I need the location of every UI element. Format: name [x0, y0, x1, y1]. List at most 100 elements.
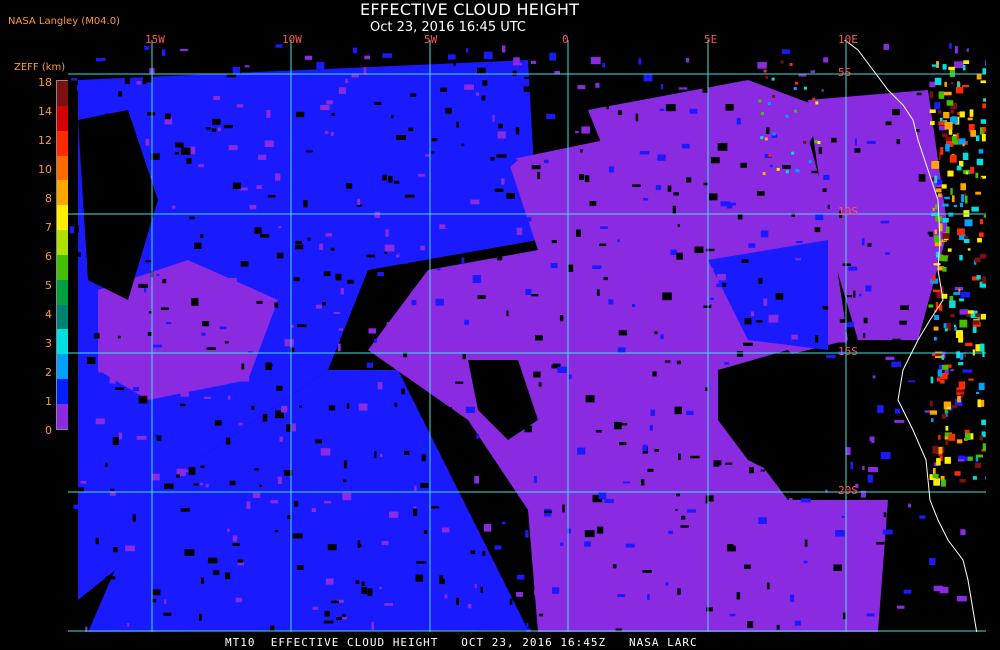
cloud-patch: [260, 234, 270, 238]
cloud-patch: [956, 596, 967, 602]
cloud-patch: [164, 599, 167, 604]
cloud-patch: [974, 462, 982, 469]
cloud-patch: [431, 506, 440, 509]
cloud-patch: [589, 201, 597, 206]
cloud-patch: [569, 116, 577, 120]
cloud-patch: [704, 287, 713, 291]
cloud-patch: [156, 273, 160, 276]
cloud-patch: [841, 515, 845, 518]
cloud-patch: [228, 278, 237, 283]
cloud-patch: [664, 360, 671, 363]
cloud-patch: [647, 594, 650, 600]
cloud-patch: [389, 623, 398, 628]
cloud-patch: [294, 501, 299, 507]
cloud-patch: [401, 261, 408, 264]
cloud-patch: [212, 118, 221, 125]
cloud-patch: [413, 508, 418, 516]
cloud-patch: [960, 393, 963, 399]
cloud-patch: [737, 108, 746, 112]
cloud-patch: [494, 545, 502, 550]
cloud-patch: [979, 219, 984, 225]
cloud-patch: [324, 500, 332, 504]
cloud-patch: [867, 474, 873, 483]
cloud-patch: [113, 547, 118, 553]
cloud-patch: [171, 328, 180, 334]
cloud-patch: [796, 227, 806, 231]
cloud-patch: [179, 403, 186, 407]
cloud-patch: [296, 111, 305, 118]
legend-tick-label: 12: [38, 134, 52, 147]
cloud-patch: [951, 404, 958, 409]
cloud-patch: [219, 326, 227, 330]
cloud-patch: [934, 101, 941, 110]
cloud-patch: [760, 469, 765, 472]
cloud-patch: [296, 565, 304, 570]
cloud-patch: [303, 200, 308, 208]
cloud-patch: [674, 416, 678, 421]
cloud-patch: [583, 435, 586, 439]
cloud-patch: [921, 234, 930, 240]
cloud-patch: [933, 263, 941, 266]
cloud-patch: [94, 333, 100, 339]
cloud-patch: [352, 47, 357, 54]
cloud-patch: [159, 212, 169, 218]
cloud-patch: [226, 553, 231, 560]
cloud-patch: [959, 255, 963, 261]
cloud-patch: [384, 244, 395, 252]
cloud-patch: [959, 298, 965, 302]
cloud-patch: [789, 63, 793, 66]
cloud-patch: [122, 477, 129, 483]
cloud-patch: [642, 570, 652, 573]
cloud-patch: [853, 290, 856, 298]
cloud-patch: [945, 439, 949, 445]
cloud-patch: [138, 395, 148, 404]
cloud-patch: [965, 171, 968, 175]
cloud-patch: [945, 136, 952, 142]
cloud-patch: [506, 310, 509, 317]
cloud-patch: [929, 400, 933, 407]
cloud-patch: [115, 387, 125, 390]
cloud-patch: [343, 479, 347, 483]
cloud-patch: [336, 254, 343, 261]
longitude-label: 0: [562, 33, 569, 46]
cloud-patch: [146, 123, 152, 131]
cloud-patch: [956, 133, 959, 140]
cloud-patch: [676, 493, 680, 497]
cloud-patch: [736, 478, 741, 482]
cloud-patch: [956, 439, 963, 444]
cloud-patch: [933, 289, 941, 293]
cloud-patch: [577, 320, 581, 325]
cloud-patch: [336, 617, 343, 620]
cloud-patch: [462, 354, 466, 360]
cloud-patch: [756, 320, 763, 323]
cloud-patch: [490, 502, 496, 509]
cloud-patch: [794, 109, 798, 113]
cloud-patch: [847, 295, 853, 298]
cloud-patch: [549, 166, 557, 173]
cloud-patch: [145, 138, 150, 146]
cloud-patch: [254, 468, 259, 471]
cloud-patch: [276, 385, 283, 391]
cloud-patch: [785, 210, 789, 213]
cloud-patch: [377, 272, 384, 277]
cloud-patch: [942, 218, 949, 223]
cloud-patch: [78, 521, 86, 526]
cloud-patch: [502, 45, 506, 53]
cloud-patch: [320, 448, 331, 456]
cloud-patch: [576, 229, 581, 237]
cloud-patch: [771, 612, 778, 619]
cloud-patch: [861, 238, 865, 246]
cloud-patch: [877, 405, 884, 414]
cloud-patch: [929, 81, 936, 88]
cloud-patch: [790, 594, 795, 602]
cloud-patch: [506, 192, 515, 199]
cloud-patch: [496, 154, 507, 158]
cloud-patch: [884, 263, 895, 271]
cloud-patch: [637, 77, 641, 85]
cloud-patch: [484, 501, 491, 507]
cloud-patch: [517, 574, 525, 580]
cloud-patch: [891, 361, 902, 368]
cloud-patch: [546, 113, 556, 120]
cloud-patch: [559, 315, 564, 322]
cloud-patch: [954, 326, 957, 331]
